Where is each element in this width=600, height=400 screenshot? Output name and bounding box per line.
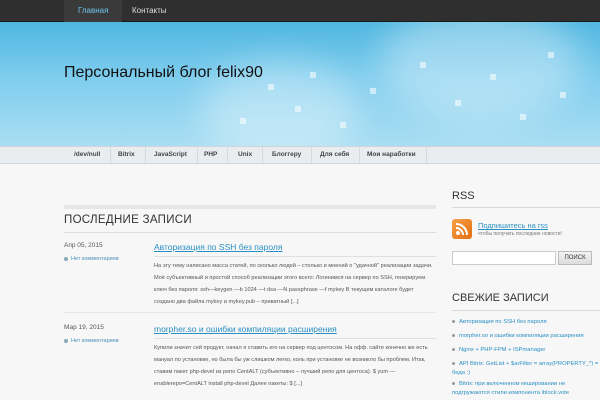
recent-item[interactable]: Авторизация по SSH без пароля	[452, 318, 600, 327]
bullet-icon	[452, 319, 455, 323]
decor-square	[420, 62, 426, 68]
comment-icon	[64, 256, 68, 261]
post-title-link[interactable]: morpher.so и ошибки компиляции расширени…	[154, 324, 337, 334]
nav-item-php[interactable]: PHP	[194, 147, 229, 163]
post-separator	[64, 312, 436, 313]
search-input[interactable]	[452, 251, 556, 265]
post-item: Мар 19, 2015 Нет комментариев morpher.so…	[64, 324, 436, 394]
nav-item-for-self[interactable]: Для себя	[310, 147, 361, 163]
post-comments-label: Нет комментариев	[71, 256, 119, 262]
rss-subscribe-link[interactable]: Подпишитесь на rss	[478, 221, 548, 230]
bullet-icon	[452, 381, 455, 385]
decor-square	[560, 92, 566, 98]
sidebar-rule	[452, 310, 600, 311]
recent-item[interactable]: Bitrix: при включенном кешировании не по…	[452, 380, 600, 398]
rss-heading: RSS	[452, 190, 475, 202]
site-title[interactable]: Персональный блог felix90	[64, 64, 263, 82]
recent-posts-heading: СВЕЖИЕ ЗАПИСИ	[452, 292, 549, 304]
bullet-icon	[452, 361, 455, 365]
post-comments-label: Нет комментариев	[71, 338, 119, 344]
decor-square	[548, 52, 554, 58]
recent-item-label: morpher.so и ошибки компиляции расширени…	[459, 333, 584, 339]
decor-square	[295, 106, 301, 112]
nav-item-bitrix[interactable]: Bitrix	[108, 147, 146, 163]
nav-item-unix[interactable]: Unix	[228, 147, 264, 163]
comment-icon	[64, 338, 68, 343]
nav-item-javascript[interactable]: JavaScript	[144, 147, 198, 163]
post-item: Апр 05, 2015 Нет комментариев Авторизаци…	[64, 242, 436, 312]
rss-subtitle: чтобы получать последние новости!	[478, 231, 562, 237]
recent-item-label: API Bitrix: GetList + $arFilter = array(…	[452, 361, 599, 376]
category-nav: /dev/null Bitrix JavaScript PHP Unix Бло…	[0, 146, 600, 164]
post-date: Апр 05, 2015	[64, 242, 103, 249]
decor-square	[310, 72, 316, 78]
bullet-icon	[452, 333, 455, 337]
heading-rule	[64, 232, 436, 233]
sidebar-rule	[452, 207, 600, 208]
decor-square	[490, 74, 496, 80]
decor-square	[340, 122, 346, 128]
recent-item[interactable]: API Bitrix: GetList + $arFilter = array(…	[452, 360, 600, 378]
latest-posts-heading: ПОСЛЕДНИЕ ЗАПИСИ	[64, 214, 192, 226]
rss-glyph-icon	[455, 223, 468, 236]
post-date: Мар 19, 2015	[64, 324, 104, 331]
nav-item-devnull[interactable]: /dev/null	[64, 147, 112, 163]
rss-icon[interactable]	[452, 219, 472, 239]
decor-square	[240, 118, 246, 124]
decor-square	[370, 88, 376, 94]
search-button[interactable]: ПОИСК	[558, 251, 592, 265]
post-excerpt: На эту тему написано масса статей, по ск…	[154, 263, 433, 305]
post-comments-link[interactable]: Нет комментариев	[64, 338, 119, 344]
topbar-link-contacts[interactable]: Контакты	[132, 0, 167, 22]
decor-square	[268, 84, 274, 90]
section-divider	[64, 205, 436, 209]
topbar-link-home[interactable]: Главная	[64, 0, 123, 22]
post-comments-link[interactable]: Нет комментариев	[64, 256, 119, 262]
top-bar: Главная Контакты	[0, 0, 600, 22]
recent-item[interactable]: morpher.so и ошибки компиляции расширени…	[452, 332, 600, 341]
decor-square	[455, 100, 461, 106]
recent-item-label: Bitrix: при включенном кешировании не по…	[452, 381, 570, 396]
post-title-rule	[154, 256, 436, 257]
recent-item[interactable]: Nginx + PHP-FPM + ISPmanager	[452, 346, 600, 355]
site-header: Персональный блог felix90	[0, 22, 600, 146]
recent-item-label: Nginx + PHP-FPM + ISPmanager	[459, 347, 546, 353]
bullet-icon	[452, 347, 455, 351]
recent-item-label: Авторизация по SSH без пароля	[459, 319, 547, 325]
post-excerpt: Купили значит сей продукт, начал я стави…	[154, 345, 428, 387]
post-title-rule	[154, 338, 436, 339]
decor-square	[520, 114, 526, 120]
header-glow	[380, 22, 580, 122]
nav-item-blogger[interactable]: Блоггеру	[262, 147, 313, 163]
nav-item-my-works[interactable]: Мои наработки	[357, 147, 427, 163]
post-title-link[interactable]: Авторизация по SSH без пароля	[154, 242, 282, 252]
